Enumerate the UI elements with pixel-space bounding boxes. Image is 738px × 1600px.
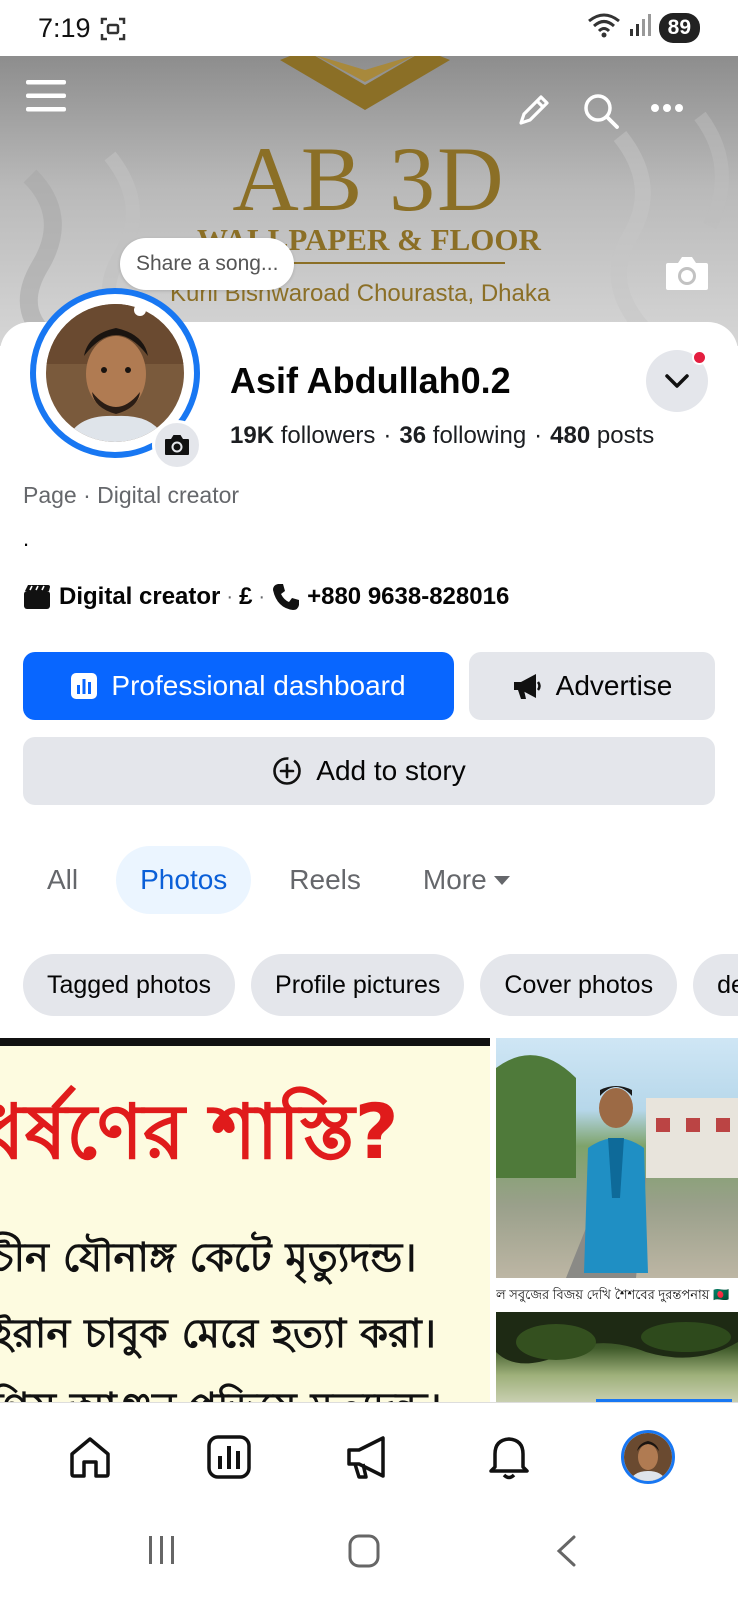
screenshot-icon xyxy=(100,16,126,47)
profile-name: Asif Abdullah0.2 xyxy=(230,360,511,401)
currency-text: £ xyxy=(239,583,253,610)
chip-profile-pictures[interactable]: Profile pictures xyxy=(251,954,465,1016)
tab-more-label: More xyxy=(422,864,487,895)
megaphone-icon xyxy=(347,1435,385,1479)
menu-icon xyxy=(26,80,66,112)
recents-icon xyxy=(149,1536,174,1564)
dashboard-label: Professional dashboard xyxy=(111,670,406,701)
nav-profile[interactable] xyxy=(618,1427,678,1487)
notification-dot xyxy=(692,350,707,365)
edit-cover-button[interactable] xyxy=(664,254,710,297)
add-to-story-button[interactable]: Add to story xyxy=(23,737,715,805)
edit-profile-picture-button[interactable] xyxy=(152,420,202,470)
following-count: 36 xyxy=(399,422,427,449)
more-icon xyxy=(651,104,683,112)
photo-person xyxy=(496,1055,738,1278)
chip-partial[interactable]: de xyxy=(693,954,738,1016)
avatar xyxy=(621,1429,676,1484)
profile-details: Digital creator · £ · +880 9638-828016 xyxy=(23,582,509,612)
photo-tile-small-2[interactable] xyxy=(496,1312,738,1402)
clapper-icon xyxy=(23,584,51,610)
brand-subtitle: WALLPAPER & FLOOR xyxy=(197,222,541,257)
tab-all[interactable]: All xyxy=(23,846,102,914)
professional-dashboard-button[interactable]: Professional dashboard xyxy=(23,652,454,720)
battery-indicator: 89 xyxy=(658,12,700,43)
share-song-bubble[interactable]: Share a song... xyxy=(120,238,295,290)
nav-home[interactable] xyxy=(60,1427,120,1487)
camera-icon xyxy=(165,435,189,455)
photo-caption: ল সবুজের বিজয় দেখি শৈশবের দুরন্তপনায় 🇧… xyxy=(496,1280,738,1308)
photo-text-title: ধর্ষণের শাস্তি? xyxy=(0,1087,399,1176)
dashboard-icon xyxy=(207,1434,252,1479)
photo-text-line: গিস আগুন পুড়িয়ে মৃত্যুদন্ড। xyxy=(0,1376,442,1402)
avatar xyxy=(46,304,184,442)
edit-icon xyxy=(519,95,549,125)
followers-count: 19K xyxy=(230,422,275,449)
signal-icon xyxy=(629,13,651,42)
tab-reels[interactable]: Reels xyxy=(265,846,385,914)
brand-title: AB 3D xyxy=(232,128,506,230)
advertise-label: Advertise xyxy=(555,670,673,701)
caret-down-icon xyxy=(493,876,510,885)
tab-more[interactable]: More xyxy=(399,846,535,914)
posts-label: posts xyxy=(596,422,655,449)
chip-tagged-photos[interactable]: Tagged photos xyxy=(23,954,236,1016)
add-story-label: Add to story xyxy=(316,755,466,786)
phone-icon xyxy=(271,582,301,612)
back-icon xyxy=(556,1535,576,1567)
photo-foliage xyxy=(496,1312,738,1364)
add-circle-icon xyxy=(273,757,302,785)
posts-count: 480 xyxy=(550,422,591,449)
content-tabs: All Photos Reels More xyxy=(23,846,549,914)
followers-link[interactable]: 19K followers xyxy=(230,422,375,449)
following-label: following xyxy=(432,422,527,449)
edit-button[interactable] xyxy=(516,92,552,133)
stats-separator: · xyxy=(534,422,543,449)
nav-advertise[interactable] xyxy=(339,1427,399,1487)
details-separator: · xyxy=(258,585,266,608)
photo-text-line: ইরান চাবুক মেরে হত্যা করা। xyxy=(0,1311,437,1357)
camera-icon xyxy=(666,257,708,290)
chart-icon xyxy=(71,673,98,699)
chevron-down-icon xyxy=(665,374,689,388)
megaphone-icon xyxy=(513,674,541,699)
bio-text: . xyxy=(23,526,30,551)
posts-link[interactable]: 480 posts xyxy=(550,422,654,449)
more-options-button[interactable] xyxy=(650,100,684,118)
home-system-icon xyxy=(348,1534,380,1568)
bubble-tail xyxy=(134,304,146,316)
bottom-navigation xyxy=(0,1402,738,1510)
home-system-button[interactable] xyxy=(348,1534,380,1573)
photo-text-line: চীন যৌনাঙ্গ কেটে মৃত্যুদন্ড। xyxy=(0,1235,417,1281)
details-separator: · xyxy=(226,585,234,608)
menu-button[interactable] xyxy=(26,76,66,121)
search-icon xyxy=(584,94,619,129)
back-button[interactable] xyxy=(554,1534,578,1573)
stats-separator: · xyxy=(383,422,392,449)
following-link[interactable]: 36 following xyxy=(399,422,526,449)
brand-logo xyxy=(280,56,450,110)
photo-tile-large[interactable]: ধর্ষণের শাস্তি? চীন যৌনাঙ্গ কেটে মৃত্যুদ… xyxy=(0,1038,490,1402)
chip-cover-photos[interactable]: Cover photos xyxy=(480,954,678,1016)
photo-filter-chips: Tagged photos Profile pictures Cover pho… xyxy=(23,954,738,1016)
home-icon xyxy=(70,1436,110,1478)
nav-dashboard[interactable] xyxy=(199,1427,259,1487)
profile-stats: 19K followers · 36 following · 480 posts xyxy=(230,422,654,450)
tab-photos[interactable]: Photos xyxy=(116,846,252,914)
category-text: Digital creator xyxy=(59,583,221,610)
followers-label: followers xyxy=(280,422,376,449)
search-button[interactable] xyxy=(582,92,620,135)
system-navigation xyxy=(0,1510,738,1600)
advertise-button[interactable]: Advertise xyxy=(469,652,715,720)
page-type: Page · Digital creator xyxy=(23,482,240,508)
status-bar: 7:19 89 xyxy=(0,0,738,56)
nav-notifications[interactable] xyxy=(479,1427,539,1487)
photo-tile-small[interactable] xyxy=(496,1038,738,1278)
recents-button[interactable] xyxy=(146,1534,178,1571)
wifi-icon xyxy=(587,12,621,43)
status-time: 7:19 xyxy=(38,13,91,43)
phone-number[interactable]: +880 9638-828016 xyxy=(307,583,509,611)
bell-icon xyxy=(488,1436,529,1479)
